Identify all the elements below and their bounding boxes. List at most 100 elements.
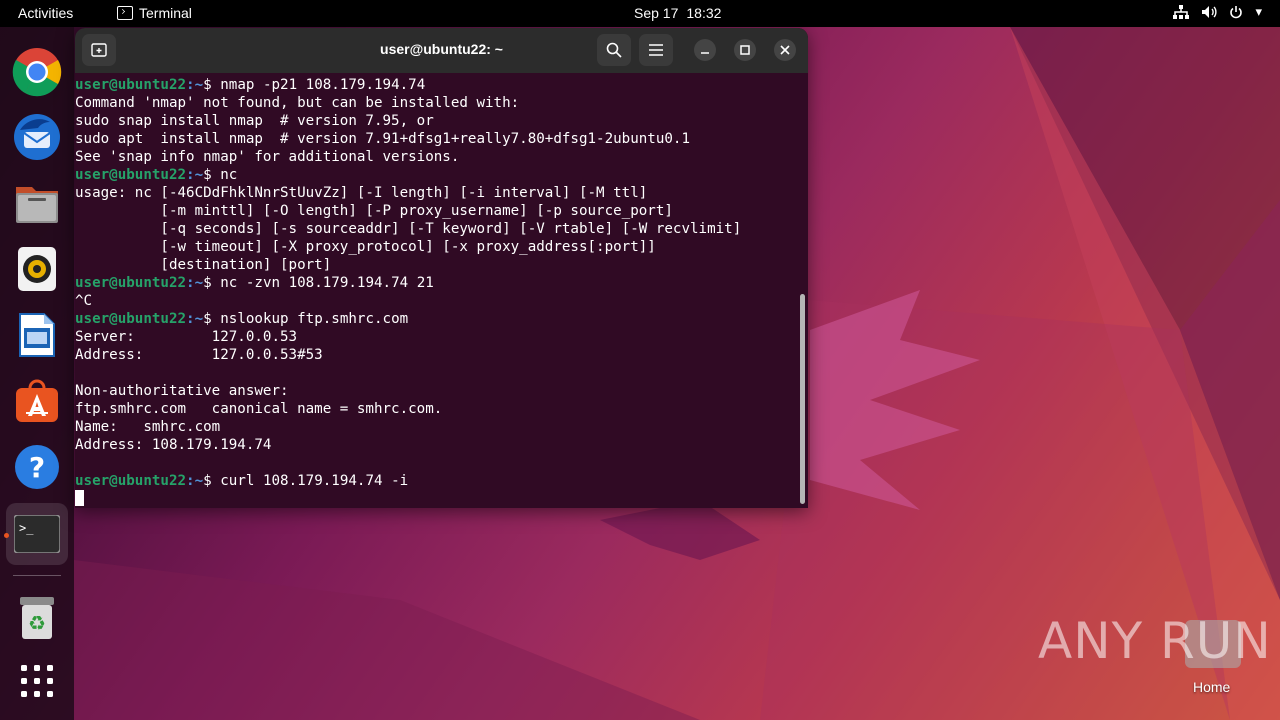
- close-button[interactable]: [774, 39, 796, 61]
- prompt-path: :~: [186, 77, 204, 93]
- terminal-output-line: Non-authoritative answer:: [75, 383, 289, 399]
- chrome-launcher[interactable]: [11, 46, 63, 98]
- show-apps-button[interactable]: [11, 655, 63, 707]
- command-text: nc -zvn 108.179.194.74 21: [220, 275, 434, 291]
- trash-icon: ♻: [20, 597, 54, 639]
- prompt-user: user@ubuntu22: [75, 473, 187, 489]
- svg-text:>_: >_: [19, 521, 34, 535]
- prompt-path: :~: [186, 311, 204, 327]
- minimize-button[interactable]: [694, 39, 716, 61]
- terminal-app-icon: [117, 6, 133, 20]
- store-icon: [16, 379, 58, 422]
- chevron-down-icon: ▾: [1255, 4, 1262, 19]
- folder-icon: [16, 187, 58, 223]
- maximize-button[interactable]: [734, 39, 756, 61]
- prompt-user: user@ubuntu22: [75, 311, 187, 327]
- terminal-output-line: [-q seconds] [-s sourceaddr] [-T keyword…: [75, 221, 742, 237]
- hamburger-icon: [649, 44, 663, 56]
- terminal-prompt-line: user@ubuntu22:~$ nc -zvn 108.179.194.74 …: [75, 274, 800, 292]
- minimize-icon: [701, 52, 709, 54]
- prompt-path: :~: [186, 473, 204, 489]
- terminal-output-line: ^C: [75, 293, 93, 309]
- prompt-path: :~: [186, 275, 204, 291]
- chrome-icon: [12, 48, 62, 97]
- terminal-prompt-line: user@ubuntu22:~$ nc: [75, 166, 800, 184]
- prompt-symbol: $: [203, 473, 221, 489]
- top-bar: Activities Terminal Sep 17 18:32 ▾: [0, 0, 1280, 27]
- thunderbird-icon: [14, 114, 60, 160]
- running-indicator: [4, 533, 9, 538]
- terminal-output-line: Address: 108.179.194.74: [75, 437, 272, 453]
- activities-button[interactable]: Activities: [18, 5, 73, 21]
- scrollbar[interactable]: [800, 294, 805, 504]
- watermark: ANY RUN: [1038, 612, 1272, 670]
- text-cursor[interactable]: [75, 490, 84, 506]
- terminal-output-line: sudo apt install nmap # version 7.91+dfs…: [75, 131, 690, 147]
- help-icon: ?: [15, 445, 59, 489]
- maximize-icon: [740, 45, 750, 55]
- command-text: nslookup ftp.smhrc.com: [220, 311, 409, 327]
- grid-icon: [21, 665, 53, 697]
- app-menu-label: Terminal: [139, 5, 192, 21]
- prompt-symbol: $: [203, 167, 221, 183]
- terminal-prompt-line: user@ubuntu22:~$ nslookup ftp.smhrc.com: [75, 310, 800, 328]
- command-text: nmap -p21 108.179.194.74: [220, 77, 426, 93]
- network-icon: [1173, 5, 1190, 19]
- svg-text:♻: ♻: [28, 611, 46, 635]
- app-menu[interactable]: Terminal: [117, 5, 192, 21]
- terminal-titlebar[interactable]: user@ubuntu22: ~: [75, 28, 808, 73]
- dock: ? >_ ♻: [0, 27, 74, 720]
- trash-launcher[interactable]: ♻: [11, 592, 63, 644]
- terminal-prompt-line: user@ubuntu22:~$ curl 108.179.194.74 -i: [75, 472, 800, 490]
- prompt-path: :~: [186, 167, 204, 183]
- terminal-output-line: [-w timeout] [-X proxy_protocol] [-x pro…: [75, 239, 656, 255]
- dock-separator: [13, 575, 61, 576]
- rhythmbox-launcher[interactable]: [11, 243, 63, 295]
- app-center-launcher[interactable]: [11, 375, 63, 427]
- clock[interactable]: Sep 17 18:32: [634, 5, 721, 21]
- svg-text:?: ?: [29, 451, 45, 484]
- terminal-output-line: ftp.smhrc.com canonical name = smhrc.com…: [75, 401, 443, 417]
- terminal-output-line: See 'snap info nmap' for additional vers…: [75, 149, 460, 165]
- clock-time: 18:32: [686, 5, 722, 21]
- terminal-output-line: [-m minttl] [-O length] [-P proxy_userna…: [75, 203, 673, 219]
- terminal-output[interactable]: user@ubuntu22:~$ nmap -p21 108.179.194.7…: [75, 73, 800, 508]
- prompt-user: user@ubuntu22: [75, 275, 187, 291]
- prompt-symbol: $: [203, 77, 221, 93]
- writer-launcher[interactable]: [11, 309, 63, 361]
- terminal-launcher[interactable]: >_: [6, 503, 68, 565]
- prompt-symbol: $: [203, 275, 221, 291]
- power-icon: [1230, 6, 1243, 19]
- help-launcher[interactable]: ?: [11, 441, 63, 493]
- search-button[interactable]: [597, 34, 631, 66]
- document-icon: [19, 313, 55, 357]
- volume-icon: [1202, 6, 1218, 18]
- command-text: nc: [220, 167, 238, 183]
- close-icon: [780, 45, 790, 55]
- search-icon: [606, 42, 622, 58]
- terminal-output-line: usage: nc [-46CDdFhklNnrStUuvZz] [-I len…: [75, 185, 648, 201]
- prompt-user: user@ubuntu22: [75, 167, 187, 183]
- terminal-output-line: sudo snap install nmap # version 7.95, o…: [75, 113, 434, 129]
- prompt-symbol: $: [203, 311, 221, 327]
- speaker-icon: [18, 247, 56, 291]
- terminal-output-line: Name: smhrc.com: [75, 419, 221, 435]
- system-tray[interactable]: ▾: [1173, 4, 1262, 20]
- terminal-output-line: Server: 127.0.0.53: [75, 329, 298, 345]
- terminal-window[interactable]: user@ubuntu22: ~ user@ubuntu22:~$ nmap -…: [75, 28, 808, 508]
- terminal-prompt-line: user@ubuntu22:~$ nmap -p21 108.179.194.7…: [75, 76, 800, 94]
- terminal-output-line: Command 'nmap' not found, but can be ins…: [75, 95, 520, 111]
- terminal-output-line: [destination] [port]: [75, 257, 332, 273]
- clock-date: Sep 17: [634, 5, 679, 21]
- files-launcher[interactable]: [11, 177, 63, 229]
- thunderbird-launcher[interactable]: [11, 111, 63, 163]
- terminal-icon: >_: [14, 515, 60, 553]
- prompt-user: user@ubuntu22: [75, 77, 187, 93]
- cursor-line: [75, 490, 800, 508]
- home-folder-label[interactable]: Home: [1193, 679, 1230, 695]
- command-text: curl 108.179.194.74 -i: [220, 473, 409, 489]
- menu-button[interactable]: [639, 34, 673, 66]
- terminal-output-line: Address: 127.0.0.53#53: [75, 347, 323, 363]
